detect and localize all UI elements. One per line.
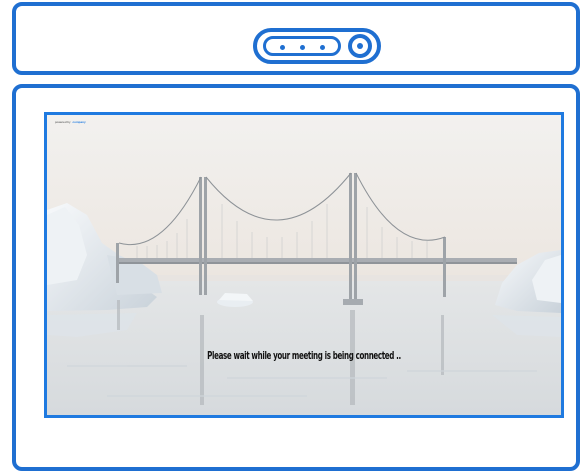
connecting-status-message: Please wait while your meeting is being … — [207, 349, 401, 362]
brand-logo: company — [72, 120, 86, 124]
powered-by-text: powered by — [55, 120, 71, 124]
powered-by-label: powered by company — [55, 120, 86, 124]
camera-lens-dot — [357, 43, 363, 49]
device-top-bezel — [12, 2, 580, 75]
indicator-dot — [320, 45, 325, 50]
camera-lens-icon — [348, 34, 372, 58]
meeting-waiting-screen: powered by company Please wait while your… — [44, 112, 564, 418]
webcam-indicator-bar — [263, 36, 341, 56]
indicator-dot — [280, 45, 285, 50]
webcam-icon — [253, 28, 381, 64]
bridge-scene-image — [47, 115, 561, 415]
indicator-dot — [300, 45, 305, 50]
